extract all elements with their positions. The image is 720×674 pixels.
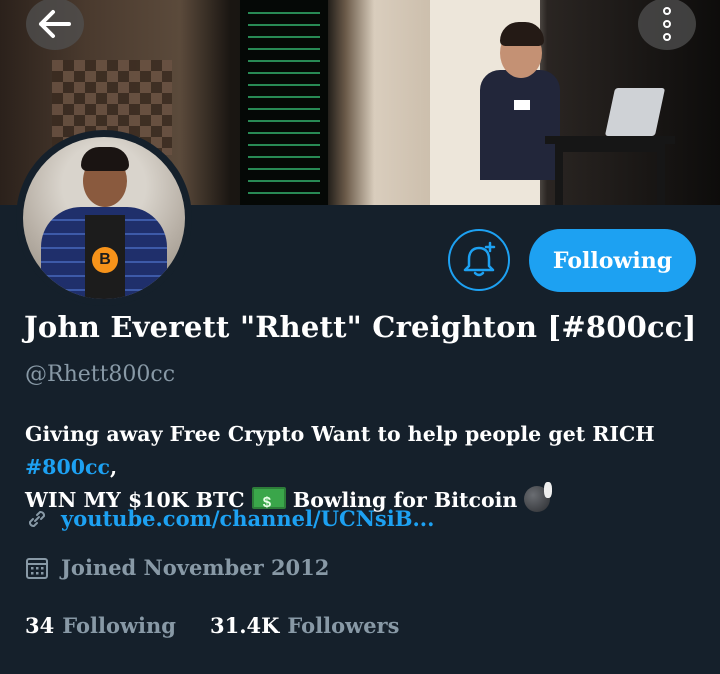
followers-count: 31.4K	[209, 613, 280, 638]
banner-person-hair	[500, 22, 544, 46]
banner-table	[545, 136, 675, 144]
profile-handle: @Rhett800cc	[25, 362, 176, 387]
profile-bio: Giving away Free Crypto Want to help peo…	[25, 418, 705, 519]
profile-avatar[interactable]: B	[16, 130, 192, 306]
banner-code-screen	[240, 0, 328, 205]
bio-hashtag-link[interactable]: #800cc	[25, 455, 110, 479]
website-link[interactable]: youtube.com/channel/UCNsiB...	[61, 506, 434, 531]
banner-name-tag	[514, 100, 530, 110]
following-count: 34	[25, 613, 55, 638]
bio-text-line1: Giving away Free Crypto Want to help peo…	[25, 422, 655, 446]
joined-date: Joined November 2012	[61, 555, 330, 580]
profile-joined: Joined November 2012	[25, 555, 329, 580]
followers-label: Followers	[287, 613, 400, 638]
banner-table-base	[555, 144, 665, 205]
calendar-icon	[26, 557, 48, 579]
following-button[interactable]: Following	[529, 229, 696, 292]
following-label: Following	[62, 613, 176, 638]
bell-plus-icon	[463, 241, 496, 277]
bio-punctuation: ,	[109, 455, 118, 479]
followers-stat[interactable]: 31.4K Followers	[210, 613, 399, 638]
profile-website: youtube.com/channel/UCNsiB...	[25, 506, 434, 531]
avatar-hair	[81, 147, 129, 171]
notifications-button[interactable]	[448, 229, 510, 291]
more-options-button[interactable]	[638, 0, 696, 50]
banner-laptop	[604, 88, 666, 136]
arrow-left-icon	[39, 10, 71, 38]
bowling-emoji-icon	[524, 482, 553, 512]
avatar-image: B	[23, 137, 185, 299]
back-button[interactable]	[26, 0, 84, 50]
display-name: John Everett "Rhett" Creighton [#800cc]	[24, 310, 697, 344]
more-vertical-icon	[663, 7, 671, 41]
bitcoin-logo-icon: B	[92, 247, 118, 273]
link-icon	[28, 510, 46, 527]
profile-stats: 34 Following 31.4K Followers	[25, 613, 399, 638]
following-stat[interactable]: 34 Following	[25, 613, 176, 638]
banner-person-body	[480, 70, 560, 180]
